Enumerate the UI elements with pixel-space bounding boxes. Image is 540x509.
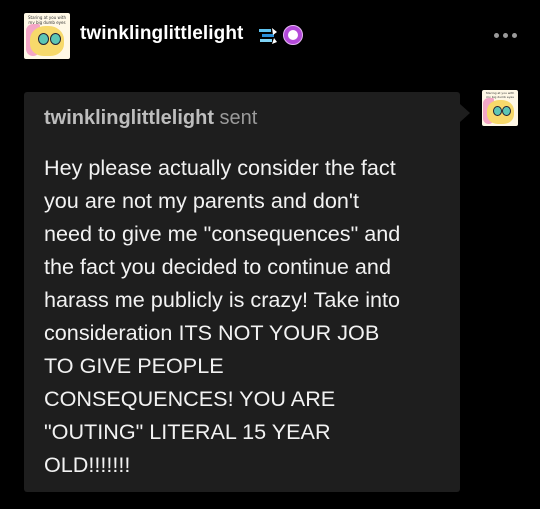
recipient-avatar-eye-left <box>493 106 502 116</box>
paw-center <box>288 30 298 40</box>
message-line: TO GIVE PEOPLE <box>44 353 224 378</box>
message-line: need to give me "consequences" and <box>44 221 401 246</box>
purple-paw-badge-icon[interactable] <box>283 25 303 45</box>
more-options-button[interactable] <box>494 25 522 45</box>
sender-verb: sent <box>219 107 258 129</box>
message-line: consideration ITS NOT YOUR JOB <box>44 320 380 345</box>
message-line: OLD!!!!!!! <box>44 452 131 477</box>
message-line: "OUTING" LITERAL 15 YEAR <box>44 419 331 444</box>
post-header: Staring at you with my big dumb eyes twi… <box>0 0 540 70</box>
sender-name[interactable]: twinklinglittlelight <box>44 107 214 129</box>
snowflake-badge-icon[interactable] <box>258 26 278 46</box>
message-card-pointer <box>460 104 470 122</box>
avatar-eye-left <box>38 33 49 45</box>
message-body: Hey please actually consider the fact yo… <box>44 151 449 481</box>
message-line: you are not my parents and don't <box>44 188 360 213</box>
recipient-avatar[interactable]: Staring at you with my big dumb eyes <box>482 90 518 126</box>
avatar-eye-right <box>50 33 61 45</box>
sender-line: twinklinglittlelight sent <box>44 107 257 130</box>
ellipsis-icon <box>503 33 508 38</box>
message-line: Hey please actually consider the fact <box>44 155 396 180</box>
username[interactable]: twinklinglittlelight <box>80 23 243 45</box>
message-line: the fact you decided to continue and <box>44 254 391 279</box>
user-avatar[interactable]: Staring at you with my big dumb eyes <box>24 13 70 59</box>
ellipsis-icon <box>512 33 517 38</box>
message-line: CONSEQUENCES! YOU ARE <box>44 386 336 411</box>
message-line: harass me publicly is crazy! Take into <box>44 287 401 312</box>
ellipsis-icon <box>494 33 499 38</box>
recipient-avatar-eye-right <box>502 106 511 116</box>
